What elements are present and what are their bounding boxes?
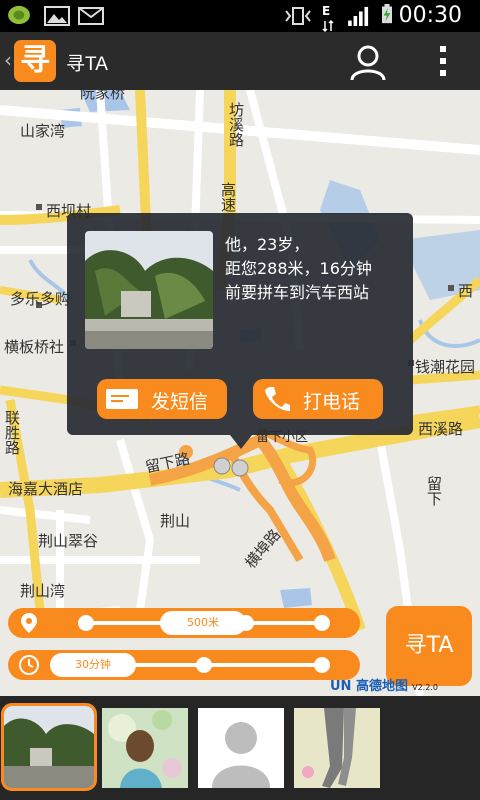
- image-notification-icon: [44, 6, 70, 26]
- distance-slider-thumb[interactable]: 500米: [160, 611, 246, 635]
- map-label-top-clip: 阮家桥: [80, 90, 126, 102]
- call-label: 打电话: [303, 391, 361, 413]
- map-credit-text: UN 高德地图: [330, 679, 408, 694]
- map-label-jingshancuigu: 荆山翠谷: [38, 532, 99, 550]
- map-label-shanjiawan: 山家湾: [20, 122, 66, 140]
- map-label-haijiahotel: 海嘉大酒店: [8, 480, 84, 498]
- map-label-lianshenglu: 联胜路: [3, 410, 21, 455]
- overflow-menu-icon[interactable]: [428, 44, 458, 78]
- popup-pointer: [230, 435, 252, 449]
- nearby-users-strip: [0, 696, 480, 800]
- app-logo[interactable]: 寻: [14, 40, 56, 82]
- map-label-jingshanwan: 荆山湾: [20, 582, 66, 600]
- vibrate-icon: [285, 7, 311, 25]
- distance-slider-stop-4[interactable]: [314, 615, 330, 631]
- map-provider-credit: UN 高德地图 V2.2.0: [330, 675, 438, 694]
- distance-slider-stop-1[interactable]: [78, 615, 94, 631]
- user-info-line-2: 距您288米，16分钟: [225, 259, 372, 278]
- page-title: 寻TA: [66, 54, 108, 75]
- app-notification-icon: [8, 5, 30, 25]
- map-label-liuxia: 留下: [425, 476, 443, 506]
- map-label-henbanqiaoshe: 横板桥社: [4, 338, 65, 356]
- mail-notification-icon: [78, 7, 104, 25]
- status-bar: E 00:30: [0, 0, 480, 33]
- find-ta-button[interactable]: 寻TA: [386, 606, 472, 686]
- time-slider-stop-3[interactable]: [314, 657, 330, 673]
- send-sms-button[interactable]: 发短信: [97, 379, 227, 419]
- user-info-popup: 他，23岁， 距您288米，16分钟 前要拼车到汽车西站 发短信 打电话: [67, 213, 413, 435]
- map-label-duolehaogou: 多乐多购: [10, 290, 71, 308]
- map-label-jingshan: 荆山: [160, 512, 191, 530]
- clock-icon: [19, 655, 39, 675]
- action-bar: ‹ 寻 寻TA: [0, 32, 480, 90]
- time-slider-stop-2[interactable]: [196, 657, 212, 673]
- map-credit-version: V2.2.0: [412, 683, 438, 692]
- map-label-qiantaohuayuan: 钱潮花园: [415, 358, 476, 376]
- user-profile-icon[interactable]: [348, 42, 388, 82]
- signal-icon: [348, 6, 369, 26]
- message-icon: [106, 389, 138, 409]
- back-chevron-icon[interactable]: ‹: [4, 48, 12, 72]
- battery-charging-icon: [382, 4, 392, 24]
- user-info-line-3: 前要拼车到汽车西站: [225, 283, 370, 302]
- thumb-woman-flowers[interactable]: [102, 708, 188, 788]
- distance-slider[interactable]: 500米: [8, 608, 360, 638]
- user-info-text: 他，23岁， 距您288米，16分钟 前要拼车到汽车西站: [225, 233, 405, 305]
- map-label-xixilu: 西溪路: [418, 420, 464, 438]
- thumb-default-avatar[interactable]: [198, 708, 284, 788]
- send-sms-label: 发短信: [151, 391, 209, 413]
- location-pin-icon: [21, 613, 37, 633]
- map-label-gaosu: 高速: [219, 182, 237, 212]
- thumb-legs[interactable]: [294, 708, 380, 788]
- time-slider-thumb[interactable]: 30分钟: [50, 653, 136, 677]
- map-label-fangxilu: 坊溪路: [227, 102, 245, 147]
- time-slider[interactable]: 30分钟: [8, 650, 360, 680]
- call-button[interactable]: 打电话: [253, 379, 383, 419]
- phone-icon: [265, 387, 290, 411]
- thumb-tree-garden[interactable]: [1, 703, 97, 791]
- map-label-xi: 西: [458, 282, 474, 300]
- user-photo[interactable]: [85, 231, 213, 349]
- clock: 00:30: [398, 3, 462, 28]
- user-info-line-1: 他，23岁，: [225, 235, 310, 254]
